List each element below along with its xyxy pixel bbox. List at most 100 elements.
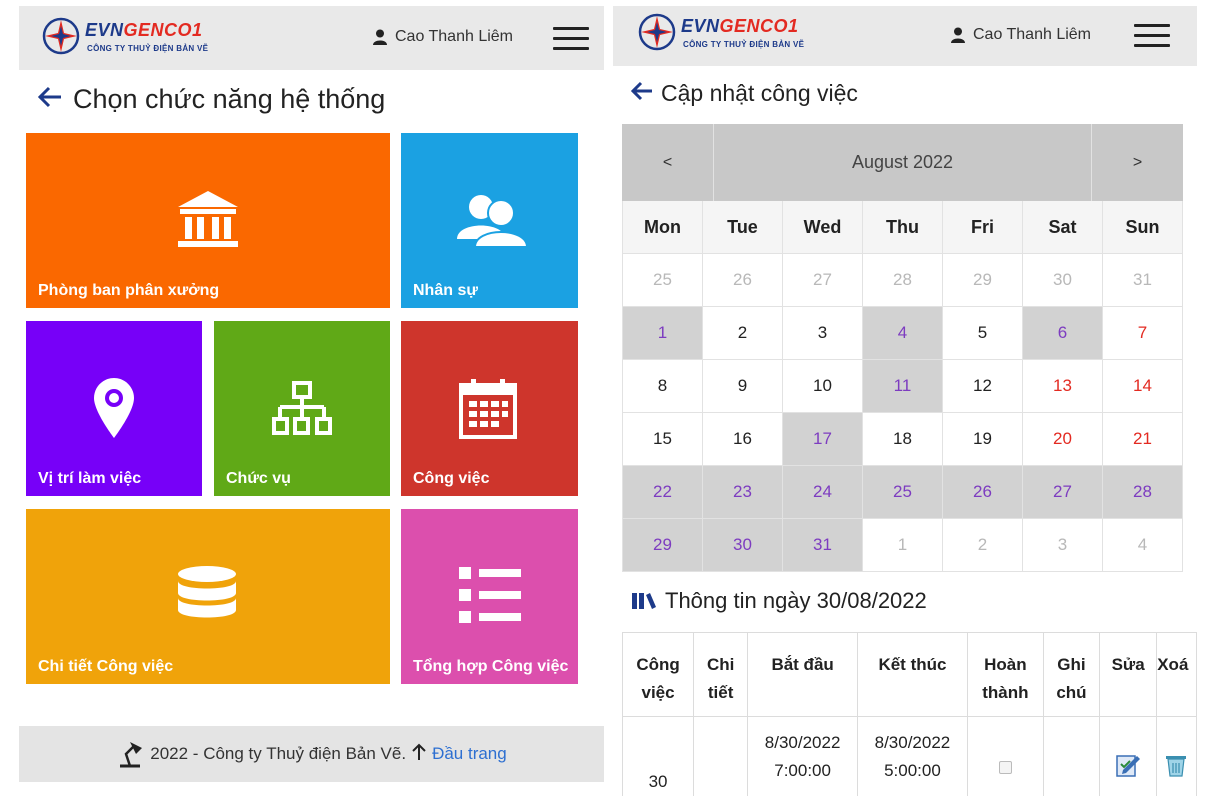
weekday-header: Fri [943,201,1023,254]
back-arrow-icon[interactable] [37,84,63,115]
brand-subtitle: CÔNG TY THUỶ ĐIỆN BẢN VẼ [87,44,209,53]
table-header-line: Hoàn [984,655,1027,674]
start-date: 8/30/2022 [764,732,841,752]
tile-tong-hop-cong-viec[interactable]: Tổng hợp Công việc [401,509,578,684]
calendar-day[interactable]: 25 [863,466,943,519]
calendar-day[interactable]: 10 [783,360,863,413]
table-header-line: việc [641,683,675,702]
table-header-line: chú [1056,683,1087,702]
update-job-screen: EVNGENCO1 CÔNG TY THUỶ ĐIỆN BẢN VẼ Cao T… [613,0,1197,796]
calendar-day[interactable]: 26 [703,254,783,307]
tile-vi-tri[interactable]: Vị trí làm việc [26,321,202,496]
brand-evn: EVN [85,20,124,40]
calendar-day[interactable]: 20 [1023,413,1103,466]
up-arrow-icon [412,743,426,766]
calendar-day[interactable]: 22 [623,466,703,519]
tile-label: Công việc [413,470,490,487]
calendar-day[interactable]: 23 [703,466,783,519]
calendar-day[interactable]: 28 [1103,466,1183,519]
tile-cong-viec[interactable]: Công việc [401,321,578,496]
calendar-day[interactable]: 18 [863,413,943,466]
weekday-header: Sun [1103,201,1183,254]
table-header-row: Công việc Chi tiết Bắt đầu Kết thúc Hoàn thành G… [621,632,1197,717]
calendar-day[interactable]: 1 [623,307,703,360]
calendar-day[interactable]: 4 [863,307,943,360]
calendar-day[interactable]: 25 [623,254,703,307]
calendar-day[interactable]: 16 [703,413,783,466]
cell-start: 8/30/2022 7:00:00 [747,716,859,796]
table-header-cell: Ghi chú [1042,632,1101,717]
evn-logo[interactable]: EVNGENCO1 CÔNG TY THUỶ ĐIỆN BẢN VẼ [637,12,817,56]
calendar-day[interactable]: 1 [863,519,943,572]
calendar-day[interactable]: 27 [1023,466,1103,519]
tile-chuc-vu[interactable]: Chức vụ [214,321,390,496]
brand-name: EVNGENCO1 [681,16,799,37]
weekday-header: Thu [863,201,943,254]
footer-text: 2022 - Công ty Thuỷ điện Bản Vẽ. [150,744,407,763]
app-header: EVNGENCO1 CÔNG TY THUỶ ĐIỆN BẢN VẼ Cao T… [613,6,1197,66]
tile-label: Chi tiết Công việc [38,658,174,675]
delete-icon[interactable] [1165,753,1187,777]
table-header-cell: Hoàn thành [966,632,1044,717]
calendar-day[interactable]: 26 [943,466,1023,519]
tile-chi-tiet-cong-viec[interactable]: Chi tiết Công việc [26,509,390,684]
cell-delete [1156,716,1197,796]
evn-logo[interactable]: EVNGENCO1 CÔNG TY THUỶ ĐIỆN BẢN VẼ [41,16,221,60]
hamburger-menu-icon[interactable] [553,27,589,51]
calendar-day[interactable]: 29 [623,519,703,572]
evn-star-icon [42,17,80,55]
calendar-icon [459,379,517,439]
calendar-day[interactable]: 29 [943,254,1023,307]
books-icon [632,593,656,609]
calendar-next-button[interactable]: > [1091,124,1183,201]
calendar-day[interactable]: 2 [703,307,783,360]
edit-icon[interactable] [1115,752,1141,778]
calendar-day[interactable]: 19 [943,413,1023,466]
table-row[interactable]: 30 8/30/2022 7:00:00 8/30/2022 5:00:00 [621,716,1197,796]
calendar-day[interactable]: 5 [943,307,1023,360]
calendar-day[interactable]: 30 [703,519,783,572]
calendar-day[interactable]: 31 [1103,254,1183,307]
start-time: 7:00:00 [774,760,831,780]
calendar-day[interactable]: 3 [783,307,863,360]
calendar-day[interactable]: 11 [863,360,943,413]
back-to-top-link[interactable]: Đầu trang [432,744,507,764]
calendar-day[interactable]: 27 [783,254,863,307]
calendar-day[interactable]: 12 [943,360,1023,413]
user-menu[interactable]: Cao Thanh Liêm [373,28,513,46]
tile-nhan-su[interactable]: Nhân sự [401,133,578,308]
calendar-day[interactable]: 8 [623,360,703,413]
calendar-day[interactable]: 31 [783,519,863,572]
calendar-day[interactable]: 14 [1103,360,1183,413]
brand-genco: GENCO1 [719,16,799,36]
calendar-day[interactable]: 13 [1023,360,1103,413]
calendar-day[interactable]: 3 [1023,519,1103,572]
tile-phong-ban[interactable]: Phòng ban phân xưởng [26,133,390,308]
evn-star-icon [638,13,676,51]
calendar-day[interactable]: 21 [1103,413,1183,466]
brand-name: EVNGENCO1 [85,20,203,41]
cell-job: 30 [621,716,695,796]
database-icon [178,566,236,618]
calendar-day[interactable]: 4 [1103,519,1183,572]
calendar-day[interactable]: 9 [703,360,783,413]
table-header-line: Sửa [1111,655,1145,674]
calendar-day[interactable]: 6 [1023,307,1103,360]
back-arrow-icon[interactable] [630,80,653,107]
calendar-day[interactable]: 7 [1103,307,1183,360]
brand-subtitle: CÔNG TY THUỶ ĐIỆN BẢN VẼ [683,40,805,49]
calendar-prev-button[interactable]: < [622,124,714,201]
user-menu[interactable]: Cao Thanh Liêm [951,26,1091,44]
hamburger-menu-icon[interactable] [1134,24,1170,48]
calendar-day[interactable]: 24 [783,466,863,519]
calendar-day[interactable]: 15 [623,413,703,466]
map-pin-icon [94,378,134,438]
calendar-day[interactable]: 28 [863,254,943,307]
calendar-day[interactable]: 17 [783,413,863,466]
day-info-text: Thông tin ngày 30/08/2022 [665,588,927,613]
calendar-month-title[interactable]: August 2022 [714,124,1091,201]
page-title: Cập nhật công việc [630,80,858,107]
calendar-day[interactable]: 2 [943,519,1023,572]
complete-checkbox[interactable] [998,760,1012,774]
calendar-day[interactable]: 30 [1023,254,1103,307]
